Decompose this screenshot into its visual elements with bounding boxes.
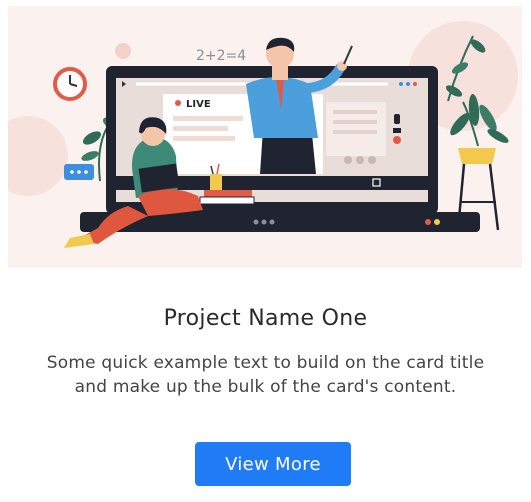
card-image: 2+2=4 LIVE <box>8 6 522 268</box>
project-card: 2+2=4 LIVE Project Name One Some quick e… <box>0 0 531 502</box>
card-text: Some quick example text to build on the … <box>46 353 485 397</box>
clock-icon <box>53 67 87 101</box>
view-more-button[interactable]: View More <box>195 442 351 486</box>
mic-icon <box>394 114 400 124</box>
board-text: 2+2=4 <box>196 48 246 64</box>
end-call-icon <box>393 136 401 144</box>
camera-icon <box>393 128 401 133</box>
bg-dot <box>115 43 131 59</box>
live-dot-icon <box>175 100 181 106</box>
online-teaching-illustration: 2+2=4 LIVE <box>8 21 518 248</box>
bg-blob <box>8 116 68 196</box>
live-label: LIVE <box>186 99 211 110</box>
chat-bubble-icon <box>64 164 94 180</box>
card-title: Project Name One <box>163 306 368 331</box>
